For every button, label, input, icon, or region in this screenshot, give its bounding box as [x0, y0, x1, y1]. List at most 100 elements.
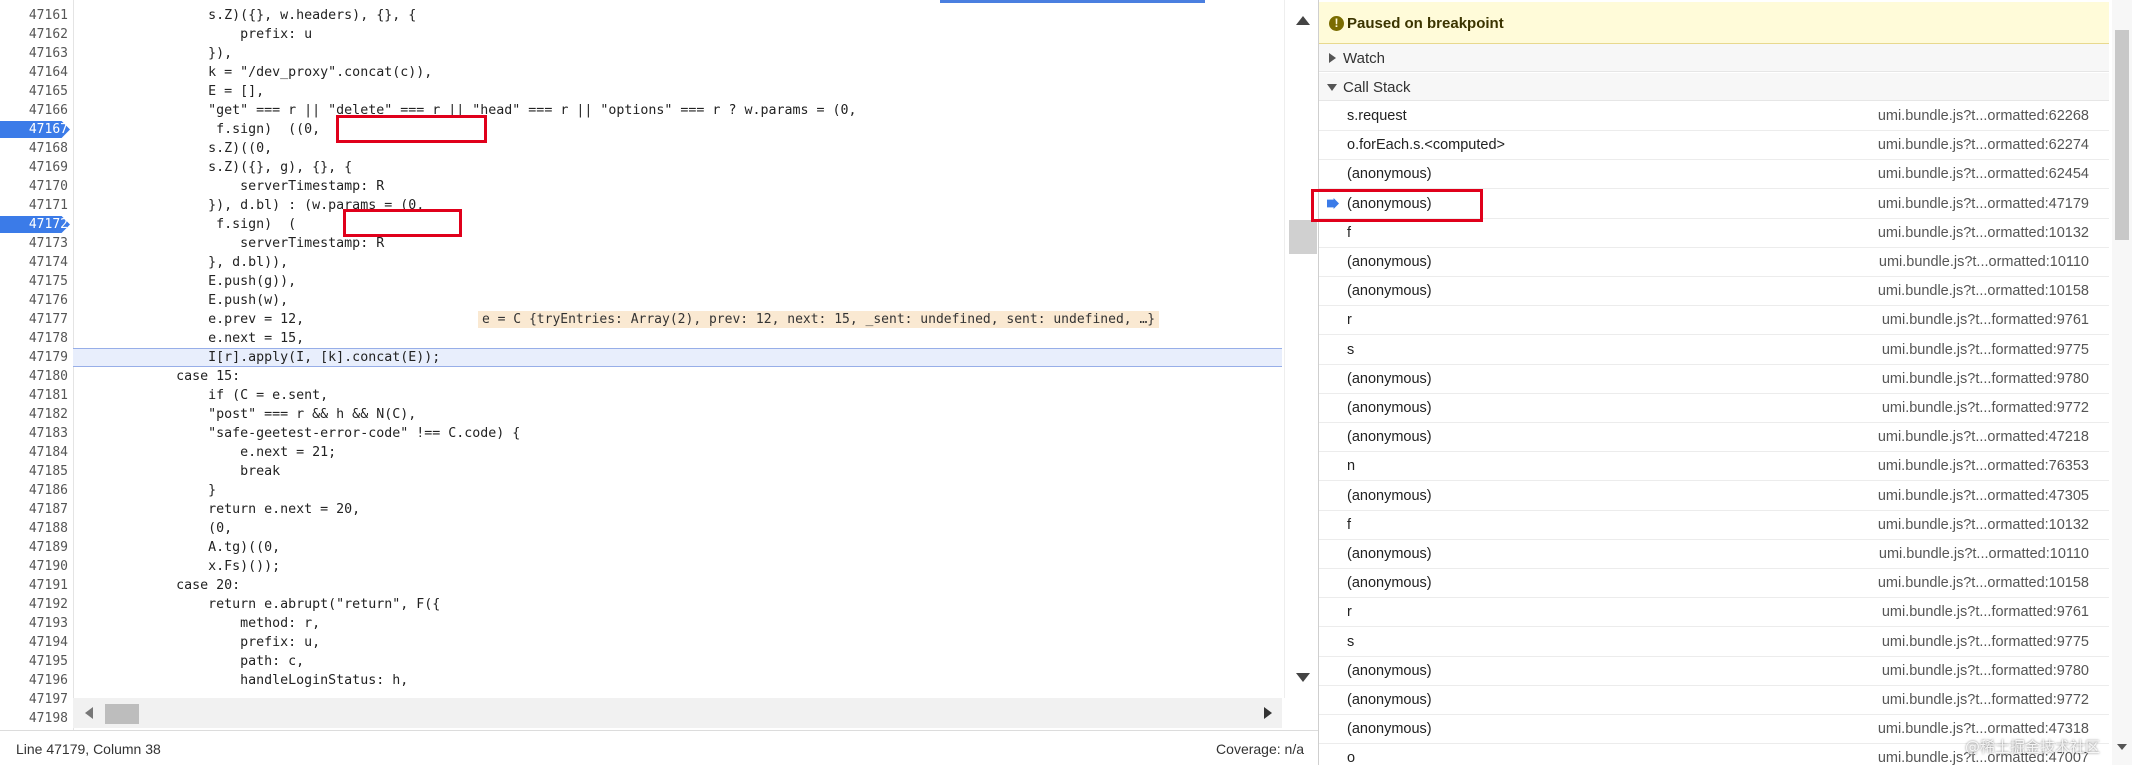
code-line[interactable]: 47177 e.prev = 12, e = C {tryEntries: Arr…: [0, 310, 1282, 329]
line-number[interactable]: 47191: [0, 576, 68, 595]
frame-source-link[interactable]: umi.bundle.js?t...ormatted:10132: [1878, 517, 2089, 533]
frame-source-link[interactable]: umi.bundle.js?t...formatted:9772: [1882, 400, 2089, 416]
line-number[interactable]: 47176: [0, 291, 68, 310]
code-line[interactable]: 47163 }),: [0, 44, 1282, 63]
line-number[interactable]: 47180: [0, 367, 68, 386]
code-line[interactable]: 47192 return e.abrupt("return", F({: [0, 595, 1282, 614]
frame-source-link[interactable]: umi.bundle.js?t...ormatted:62268: [1878, 108, 2089, 124]
frame-source-link[interactable]: umi.bundle.js?t...ormatted:47305: [1878, 488, 2089, 504]
source-editor[interactable]: 47161 s.Z)({}, w.headers), {}, {47162 pr…: [0, 0, 1282, 730]
code-line[interactable]: 47176 E.push(w),: [0, 291, 1282, 310]
vertical-scroll-thumb[interactable]: [1289, 220, 1317, 254]
line-number[interactable]: 47186: [0, 481, 68, 500]
watch-section-header[interactable]: Watch: [1319, 44, 2109, 72]
horizontal-scroll-thumb[interactable]: [105, 704, 139, 724]
call-frame[interactable]: (anonymous) umi.bundle.js?t...formatted:9…: [1319, 657, 2109, 686]
line-number[interactable]: 47187: [0, 500, 68, 519]
code-line[interactable]: 47180 case 15:: [0, 367, 1282, 386]
frame-source-link[interactable]: umi.bundle.js?t...formatted:9775: [1882, 634, 2089, 650]
code-line[interactable]: 47168 s.Z)((0,: [0, 139, 1282, 158]
frame-source-link[interactable]: umi.bundle.js?t...ormatted:10132: [1878, 225, 2089, 241]
code-line[interactable]: 47173 serverTimestamp: R: [0, 234, 1282, 253]
frame-source-link[interactable]: umi.bundle.js?t...formatted:9780: [1882, 371, 2089, 387]
line-number[interactable]: 47172: [0, 215, 68, 234]
code-line[interactable]: 47166 "get" === r || "delete" === r || "…: [0, 101, 1282, 120]
frame-source-link[interactable]: umi.bundle.js?t...ormatted:62454: [1878, 166, 2089, 182]
line-number[interactable]: 47190: [0, 557, 68, 576]
code-line[interactable]: 47191 case 20:: [0, 576, 1282, 595]
line-number[interactable]: 47177: [0, 310, 68, 329]
call-frame[interactable]: (anonymous) umi.bundle.js?t...ormatted:10…: [1319, 248, 2109, 277]
frame-source-link[interactable]: umi.bundle.js?t...formatted:9761: [1882, 604, 2089, 620]
code-line[interactable]: 47182 "post" === r && h && N(C),: [0, 405, 1282, 424]
frame-source-link[interactable]: umi.bundle.js?t...ormatted:47218: [1878, 429, 2089, 445]
line-number[interactable]: 47169: [0, 158, 68, 177]
frame-source-link[interactable]: umi.bundle.js?t...ormatted:47179: [1878, 196, 2089, 212]
code-line[interactable]: 47186 }: [0, 481, 1282, 500]
vertical-scrollbar[interactable]: [1284, 0, 1319, 698]
frame-source-link[interactable]: umi.bundle.js?t...ormatted:10110: [1879, 254, 2089, 270]
line-number[interactable]: 47168: [0, 139, 68, 158]
call-frame[interactable]: r umi.bundle.js?t...formatted:9761: [1319, 306, 2109, 335]
call-frame[interactable]: (anonymous) umi.bundle.js?t...ormatted:47…: [1319, 482, 2109, 511]
code-line[interactable]: 47193 method: r,: [0, 614, 1282, 633]
line-number[interactable]: 47189: [0, 538, 68, 557]
code-line[interactable]: 47188 (0,: [0, 519, 1282, 538]
code-line[interactable]: 47164 k = "/dev_proxy".concat(c)),: [0, 63, 1282, 82]
line-number[interactable]: 47193: [0, 614, 68, 633]
code-line[interactable]: 47184 e.next = 21;: [0, 443, 1282, 462]
frame-source-link[interactable]: umi.bundle.js?t...ormatted:47318: [1878, 721, 2089, 737]
line-number[interactable]: 47178: [0, 329, 68, 348]
scroll-up-icon[interactable]: [1296, 16, 1310, 25]
line-number[interactable]: 47194: [0, 633, 68, 652]
code-line[interactable]: 47179 I[r].apply(I, [k].concat(E));: [0, 348, 1282, 367]
call-frame[interactable]: (anonymous) umi.bundle.js?t...formatted:9…: [1319, 394, 2109, 423]
call-frame[interactable]: s.request umi.bundle.js?t...ormatted:6226…: [1319, 102, 2109, 131]
frame-source-link[interactable]: umi.bundle.js?t...formatted:9772: [1882, 692, 2089, 708]
coverage-status[interactable]: Coverage: n/a: [1216, 741, 1304, 757]
line-number[interactable]: 47196: [0, 671, 68, 690]
sidebar-scroll-thumb[interactable]: [2115, 30, 2129, 240]
line-number[interactable]: 47164: [0, 63, 68, 82]
code-line[interactable]: 47170 serverTimestamp: R: [0, 177, 1282, 196]
call-frame[interactable]: o.forEach.s.<computed> umi.bundle.js?t...…: [1319, 131, 2109, 160]
scroll-left-icon[interactable]: [85, 707, 93, 719]
code-line[interactable]: 47187 return e.next = 20,: [0, 500, 1282, 519]
call-frame[interactable]: (anonymous) umi.bundle.js?t...formatted:9…: [1319, 365, 2109, 394]
inline-variable-value[interactable]: e = C {tryEntries: Array(2), prev: 12, n…: [478, 311, 1160, 328]
code-line[interactable]: 47169 s.Z)({}, g), {}, {: [0, 158, 1282, 177]
line-number[interactable]: 47198: [0, 709, 68, 728]
code-line[interactable]: 47195 path: c,: [0, 652, 1282, 671]
code-line[interactable]: 47162 prefix: u: [0, 25, 1282, 44]
line-number[interactable]: 47166: [0, 101, 68, 120]
scroll-right-icon[interactable]: [1264, 707, 1272, 719]
call-frame[interactable]: r umi.bundle.js?t...formatted:9761: [1319, 598, 2109, 627]
frame-source-link[interactable]: umi.bundle.js?t...ormatted:10158: [1878, 575, 2089, 591]
call-frame[interactable]: (anonymous) umi.bundle.js?t...ormatted:62…: [1319, 160, 2109, 189]
code-line[interactable]: 47189 A.tg)((0,: [0, 538, 1282, 557]
call-frame[interactable]: n umi.bundle.js?t...ormatted:76353: [1319, 452, 2109, 481]
line-number[interactable]: 47170: [0, 177, 68, 196]
code-line[interactable]: 47172 f.sign) (: [0, 215, 1282, 234]
line-number[interactable]: 47179: [0, 348, 68, 367]
callstack-section-header[interactable]: Call Stack: [1319, 73, 2109, 101]
frame-source-link[interactable]: umi.bundle.js?t...formatted:9780: [1882, 663, 2089, 679]
line-number[interactable]: 47167: [0, 120, 68, 139]
call-frame[interactable]: (anonymous) umi.bundle.js?t...ormatted:10…: [1319, 540, 2109, 569]
call-frame[interactable]: (anonymous) umi.bundle.js?t...ormatted:10…: [1319, 569, 2109, 598]
line-number[interactable]: 47163: [0, 44, 68, 63]
frame-source-link[interactable]: umi.bundle.js?t...formatted:9775: [1882, 342, 2089, 358]
line-number[interactable]: 47175: [0, 272, 68, 291]
line-number[interactable]: 47197: [0, 690, 68, 709]
frame-source-link[interactable]: umi.bundle.js?t...ormatted:10158: [1878, 283, 2089, 299]
frame-source-link[interactable]: umi.bundle.js?t...ormatted:10110: [1879, 546, 2089, 562]
code-line[interactable]: 47167 f.sign) ((0,: [0, 120, 1282, 139]
line-number[interactable]: 47165: [0, 82, 68, 101]
line-number[interactable]: 47182: [0, 405, 68, 424]
code-line[interactable]: 47178 e.next = 15,: [0, 329, 1282, 348]
line-number[interactable]: 47174: [0, 253, 68, 272]
call-frame[interactable]: s umi.bundle.js?t...formatted:9775: [1319, 628, 2109, 657]
call-frame[interactable]: f umi.bundle.js?t...ormatted:10132: [1319, 219, 2109, 248]
cursor-position[interactable]: Line 47179, Column 38: [16, 741, 161, 757]
frame-source-link[interactable]: umi.bundle.js?t...formatted:9761: [1882, 312, 2089, 328]
